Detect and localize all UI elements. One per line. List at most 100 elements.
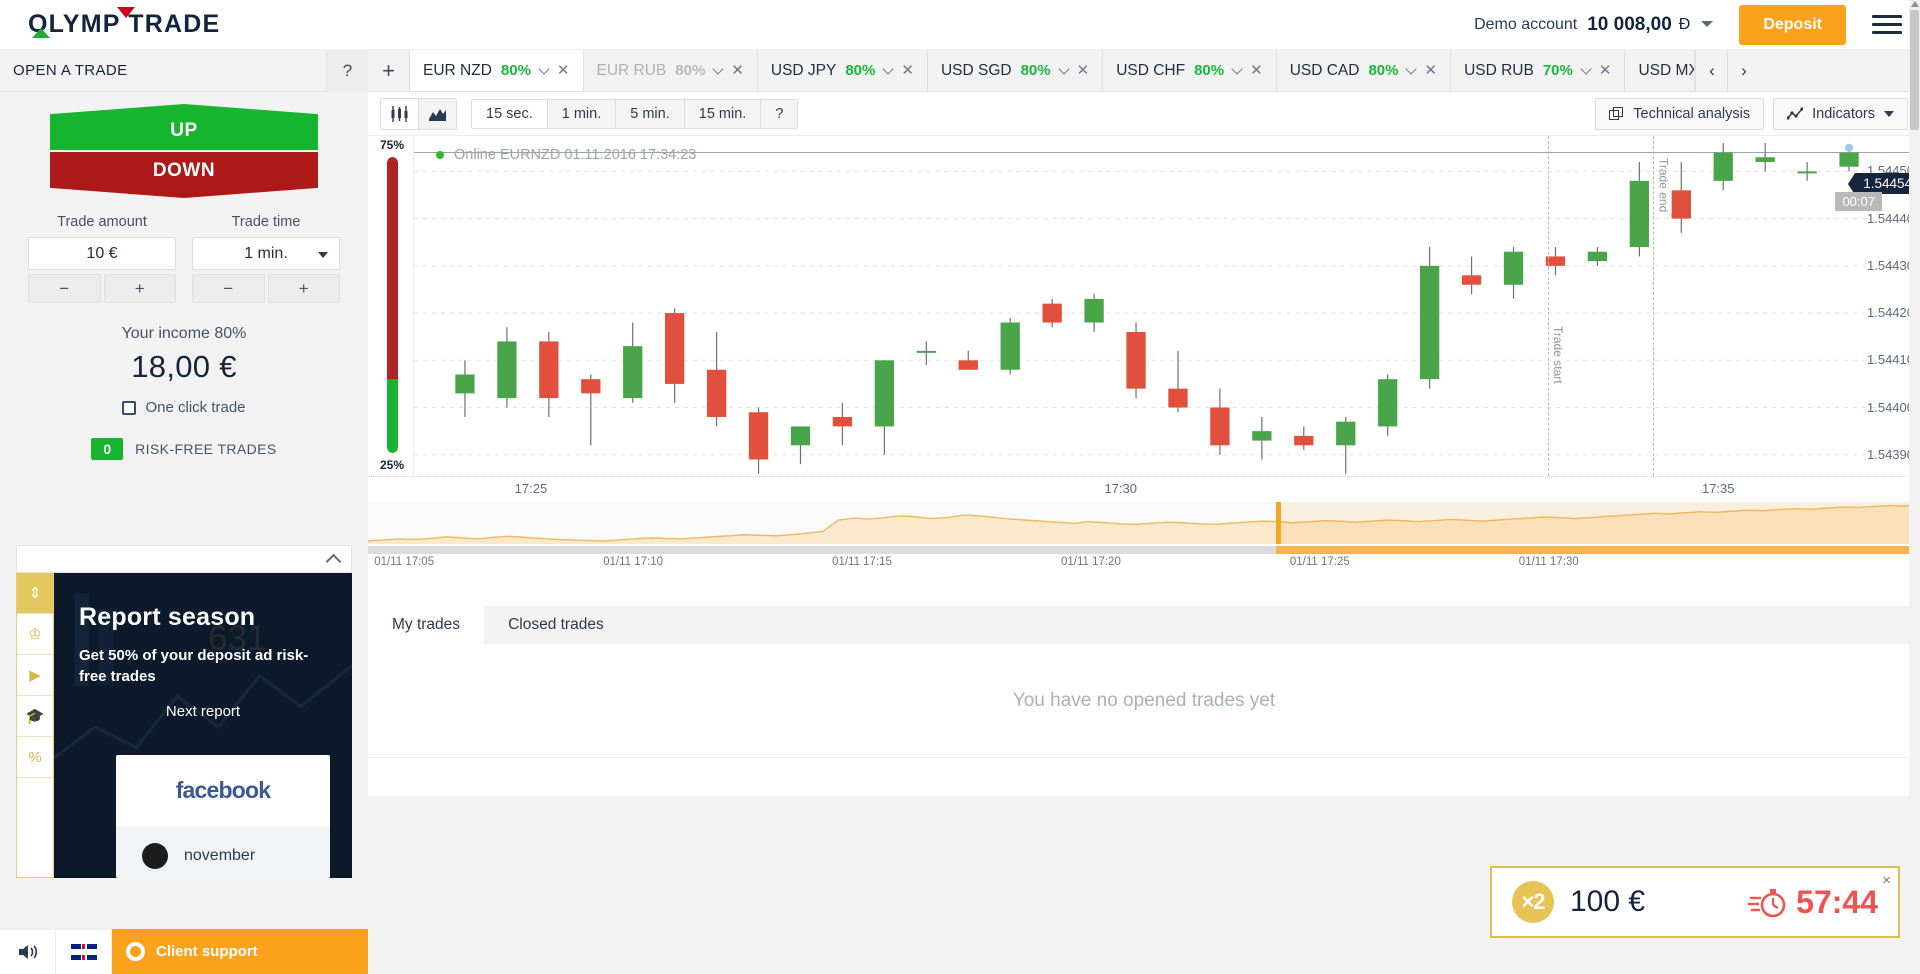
tabs-prev-button[interactable]: ‹ <box>1695 50 1728 91</box>
multiplier-badge: ×2 <box>1512 881 1554 923</box>
trade-marker-line <box>1548 136 1550 476</box>
indicators-label: Indicators <box>1812 105 1875 122</box>
navigator-time-label: 01/11 17:25 <box>1289 556 1350 568</box>
chevron-down-icon[interactable] <box>712 62 724 75</box>
bonus-promo[interactable]: ×2 100 € 57:44 × <box>1490 866 1900 938</box>
price-axis-label: 1.54390 <box>1867 446 1914 462</box>
timeframe-button[interactable]: 1 min. <box>547 99 617 128</box>
sort-arrows-icon[interactable]: ⇕ <box>17 573 53 614</box>
instrument-tab[interactable]: EUR RUB 80% ✕ <box>583 50 758 91</box>
time-increase-button[interactable]: + <box>267 274 340 303</box>
panel-header: OPEN A TRADE ? <box>0 49 368 92</box>
instrument-tab[interactable]: USD SGD 80% ✕ <box>927 50 1104 91</box>
scrollbar-thumb[interactable] <box>1910 10 1919 130</box>
timeframe-button[interactable]: 5 min. <box>616 99 685 128</box>
navigator-track[interactable] <box>367 502 1920 544</box>
percent-off-icon[interactable]: % <box>17 737 53 778</box>
chevron-down-icon[interactable] <box>882 62 895 75</box>
timeframe-button[interactable]: ? <box>761 99 798 128</box>
close-icon[interactable]: × <box>1882 872 1891 889</box>
promo-card[interactable]: 631 9.334 Report season Get 50% of your … <box>54 573 352 878</box>
chevron-down-icon[interactable] <box>1701 20 1714 27</box>
play-icon[interactable]: ▶ <box>17 655 53 696</box>
candlestick-icon[interactable] <box>381 98 419 129</box>
tabs-next-button[interactable]: › <box>1727 50 1760 91</box>
close-icon[interactable]: ✕ <box>1424 63 1437 78</box>
close-icon[interactable]: ✕ <box>1250 63 1263 78</box>
scroll-up-arrow-icon[interactable] <box>1911 1 1919 7</box>
navigator-scrollbar-thumb[interactable] <box>1275 546 1920 554</box>
client-support-button[interactable]: Client support <box>112 929 401 974</box>
brand-logo[interactable]: OLYMP TRADE <box>28 7 220 39</box>
navigator-handle-left[interactable] <box>1275 502 1281 544</box>
chart-navigator[interactable]: 01/11 17:05 01/11 17:10 01/11 17:15 01/11 1… <box>367 502 1920 568</box>
navigator-scrollbar[interactable] <box>368 546 1920 554</box>
time-decrease-button[interactable]: − <box>192 274 265 303</box>
price-chart[interactable]: 75% 25% Online EURNZD 01.11.2016 17:34:2… <box>368 136 1920 476</box>
indicators-button[interactable]: Indicators <box>1773 97 1908 130</box>
trade-amount-label: Trade amount <box>57 214 147 230</box>
top-bar: OLYMP TRADE Demo account 10 008,00 Ð Dep… <box>0 0 1920 50</box>
chevron-down-icon[interactable] <box>1580 62 1592 75</box>
sentiment-up-fill <box>386 379 398 453</box>
plot-inner[interactable]: Online EURNZD 01.11.2016 17:34:23 1.5445… <box>413 136 1920 476</box>
crown-icon[interactable]: ♔ <box>17 614 53 655</box>
page-scrollbar[interactable] <box>1909 0 1920 974</box>
close-icon[interactable]: ✕ <box>557 63 570 78</box>
instrument-tab[interactable]: USD RUB 70% ✕ <box>1451 50 1626 91</box>
chevron-down-icon[interactable] <box>1231 62 1243 75</box>
help-button[interactable]: ? <box>326 49 368 92</box>
promo-collapse-button[interactable] <box>16 545 352 573</box>
technical-analysis-button[interactable]: Technical analysis <box>1595 97 1765 130</box>
chevron-down-icon[interactable] <box>1405 62 1418 75</box>
trades-tab[interactable]: My trades <box>368 606 485 644</box>
amount-decrease-button[interactable]: − <box>28 274 101 303</box>
amount-increase-button[interactable]: + <box>103 274 176 303</box>
close-icon[interactable]: ✕ <box>731 63 744 78</box>
up-button[interactable]: UP <box>50 104 318 150</box>
trades-tab[interactable]: Closed trades <box>484 606 628 644</box>
instrument-tab[interactable]: USD MX <box>1625 50 1696 91</box>
chevron-down-icon[interactable] <box>1057 62 1070 75</box>
promo-subtitle: Get 50% of your deposit ad risk-free tra… <box>79 647 309 685</box>
sentiment-down-fill <box>386 157 398 379</box>
price-axis-label: 1.54420 <box>1867 305 1914 321</box>
trade-amount-input[interactable]: 10 € <box>28 237 176 270</box>
promo-next-report-link[interactable]: Next report <box>54 703 352 720</box>
close-icon[interactable]: ✕ <box>901 63 914 78</box>
lifebuoy-icon <box>126 942 145 961</box>
amount-steppers: − + <box>28 274 176 303</box>
hamburger-menu-icon[interactable] <box>1872 10 1902 39</box>
one-click-checkbox[interactable] <box>122 400 137 415</box>
deposit-button[interactable]: Deposit <box>1739 4 1846 45</box>
timeframe-button[interactable]: 15 sec. <box>472 99 548 128</box>
risk-free-trades[interactable]: 0 RISK-FREE TRADES <box>0 438 368 460</box>
close-icon[interactable]: ✕ <box>1077 63 1090 78</box>
instrument-tab[interactable]: EUR NZD 80% ✕ <box>410 50 584 91</box>
chevron-down-icon[interactable] <box>538 62 550 75</box>
sound-toggle-button[interactable] <box>0 929 56 974</box>
facebook-card[interactable]: facebook november <box>116 755 330 878</box>
instrument-tab-payout: 80% <box>1194 62 1225 79</box>
navigator-series <box>367 502 1920 544</box>
close-icon[interactable]: ✕ <box>1599 63 1612 78</box>
add-instrument-button[interactable]: + <box>368 50 410 91</box>
mountain-icon <box>32 28 50 38</box>
down-button[interactable]: DOWN <box>50 152 318 198</box>
income-value: 18,00 € <box>131 349 237 384</box>
area-chart-icon[interactable] <box>419 98 456 129</box>
instrument-tab[interactable]: USD CHF 80% ✕ <box>1103 50 1277 91</box>
online-status-icon <box>436 151 444 159</box>
instrument-tab[interactable]: USD JPY 80% ✕ <box>757 50 928 91</box>
one-click-trade-toggle[interactable]: One click trade <box>0 399 368 416</box>
instrument-tab[interactable]: USD CAD 80% ✕ <box>1276 50 1452 91</box>
trade-time-select[interactable]: 1 min. <box>192 237 340 270</box>
instrument-tab-name: USD SGD <box>940 61 1012 79</box>
facebook-page-row[interactable]: november <box>116 826 330 878</box>
timeframe-button[interactable]: 15 min. <box>684 99 762 128</box>
countdown-badge: 00:07 <box>1835 192 1882 211</box>
language-selector-button[interactable] <box>56 929 112 974</box>
time-axis-label: 17:35 <box>1701 481 1735 496</box>
graduation-cap-icon[interactable]: 🎓 <box>17 696 53 737</box>
trade-marker-label: Trade start <box>1551 326 1566 384</box>
